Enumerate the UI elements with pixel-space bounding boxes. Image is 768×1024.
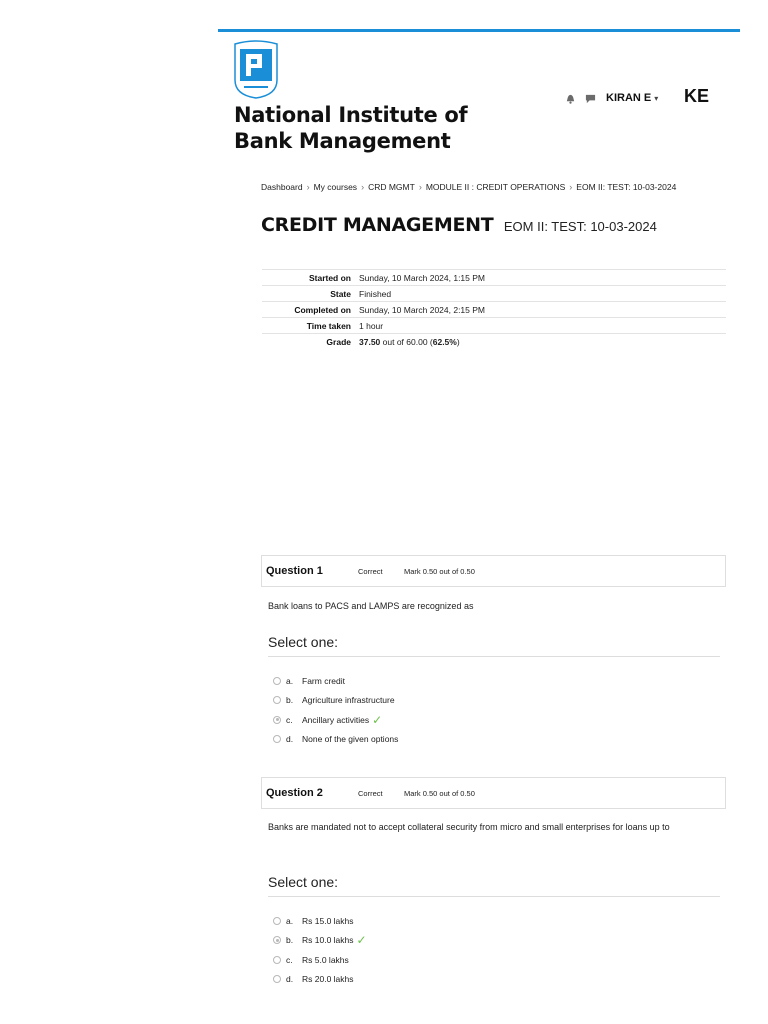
answer-option[interactable]: b. Agriculture infrastructure (273, 691, 713, 711)
answer-option[interactable]: c. Ancillary activities ✓ (273, 710, 713, 730)
time-label: Time taken (306, 320, 351, 331)
chevron-right-icon: › (361, 182, 365, 192)
question-number: Question 1 (266, 565, 323, 577)
page-title: CREDIT MANAGEMENT EOM II: TEST: 10-03-20… (261, 214, 657, 236)
summary-row-state: State Finished (262, 285, 726, 302)
site-name[interactable]: National Institute of Bank Management (234, 102, 494, 154)
user-menu[interactable]: KIRAN E ▾ (564, 88, 658, 108)
attempt-summary-table: Started on Sunday, 10 March 2024, 1:15 P… (262, 269, 726, 350)
radio-button[interactable] (273, 676, 281, 685)
answer-text: Ancillary activities (302, 714, 370, 725)
answer-letter: b. (286, 935, 294, 946)
radio-button[interactable] (273, 735, 281, 744)
grade-close: ) (456, 336, 460, 347)
site-name-line2: Bank Management (234, 129, 451, 153)
time-value: 1 hour (359, 320, 384, 331)
question-mark: Mark 0.50 out of 0.50 (404, 788, 475, 798)
question-info-2: Question 2 Correct Mark 0.50 out of 0.50 (261, 777, 726, 809)
grade-value: 37.50 out of 60.00 (62.5%) (359, 334, 726, 350)
chevron-right-icon: › (569, 182, 573, 192)
state-label: State (330, 288, 351, 299)
question-info-1: Question 1 Correct Mark 0.50 out of 0.50 (261, 555, 726, 587)
radio-button-selected[interactable] (273, 936, 281, 945)
site-name-line1: National Institute of (234, 103, 468, 127)
breadcrumb-module[interactable]: MODULE II : CREDIT OPERATIONS (426, 182, 565, 192)
answer-letter: c. (286, 714, 293, 725)
answer-text: Rs 20.0 lakhs (302, 974, 354, 985)
radio-button[interactable] (273, 696, 281, 705)
breadcrumb-quiz[interactable]: EOM II: TEST: 10-03-2024 (576, 182, 676, 192)
question-mark: Mark 0.50 out of 0.50 (404, 566, 475, 576)
chevron-right-icon: › (306, 182, 310, 192)
answer-letter: c. (286, 954, 293, 965)
radio-button[interactable] (273, 955, 281, 964)
select-one-prompt: Select one: (268, 874, 720, 897)
breadcrumb: Dashboard › My courses › CRD MGMT › MODU… (261, 182, 676, 192)
chevron-down-icon[interactable]: ▾ (654, 94, 658, 103)
completed-value: Sunday, 10 March 2024, 2:15 PM (359, 304, 486, 315)
course-title: CREDIT MANAGEMENT (261, 214, 494, 236)
answer-letter: a. (286, 675, 294, 686)
question-state: Correct (358, 788, 383, 798)
breadcrumb-course[interactable]: CRD MGMT (368, 182, 415, 192)
top-accent-bar (218, 29, 740, 32)
radio-button[interactable] (273, 975, 281, 984)
bell-icon[interactable] (564, 92, 576, 104)
question-text: Bank loans to PACS and LAMPS are recogni… (268, 601, 474, 611)
answer-text: Rs 5.0 lakhs (302, 954, 349, 965)
grade-percent: 62.5% (432, 336, 457, 347)
grade-label: Grade (326, 336, 351, 347)
select-one-prompt: Select one: (268, 634, 720, 657)
breadcrumb-dashboard[interactable]: Dashboard (261, 182, 303, 192)
nibm-logo-icon (234, 40, 278, 99)
breadcrumb-my-courses[interactable]: My courses (314, 182, 357, 192)
answer-letter: d. (286, 974, 294, 985)
state-value: Finished (359, 288, 392, 299)
summary-row-started: Started on Sunday, 10 March 2024, 1:15 P… (262, 269, 726, 286)
answer-option[interactable]: c. Rs 5.0 lakhs (273, 950, 713, 970)
answer-text: None of the given options (302, 734, 399, 745)
answer-list: a. Farm credit b. Agriculture infrastruc… (273, 671, 713, 749)
answer-letter: d. (286, 734, 294, 745)
radio-button[interactable] (273, 916, 281, 925)
answer-option[interactable]: b. Rs 10.0 lakhs ✓ (273, 931, 713, 951)
summary-row-time: Time taken 1 hour (262, 317, 726, 334)
chevron-right-icon: › (418, 182, 422, 192)
answer-list: a. Rs 15.0 lakhs b. Rs 10.0 lakhs ✓ c. R… (273, 911, 713, 989)
answer-text: Agriculture infrastructure (302, 695, 395, 706)
answer-text: Rs 15.0 lakhs (302, 915, 354, 926)
user-name[interactable]: KIRAN E (606, 92, 651, 104)
quiz-title: EOM II: TEST: 10-03-2024 (503, 219, 657, 234)
question-number: Question 2 (266, 787, 323, 799)
answer-option[interactable]: a. Farm credit (273, 671, 713, 691)
answer-option[interactable]: d. None of the given options (273, 730, 713, 750)
summary-row-grade: Grade 37.50 out of 60.00 (62.5%) (262, 333, 726, 350)
correct-check-icon: ✓ (356, 933, 367, 948)
completed-label: Completed on (294, 304, 351, 315)
avatar[interactable]: KE (684, 86, 709, 107)
answer-option[interactable]: d. Rs 20.0 lakhs (273, 970, 713, 990)
answer-letter: a. (286, 915, 294, 926)
answer-letter: b. (286, 695, 294, 706)
started-label: Started on (308, 272, 351, 283)
answer-text: Rs 10.0 lakhs (302, 935, 354, 946)
correct-check-icon: ✓ (372, 712, 383, 727)
grade-total: out of 60.00 ( (380, 336, 433, 347)
grade-score: 37.50 (359, 336, 381, 347)
radio-button-selected[interactable] (273, 715, 281, 724)
question-text: Banks are mandated not to accept collate… (268, 822, 670, 832)
answer-option[interactable]: a. Rs 15.0 lakhs (273, 911, 713, 931)
question-state: Correct (358, 566, 383, 576)
nibm-logo[interactable] (232, 40, 280, 100)
started-value: Sunday, 10 March 2024, 1:15 PM (359, 272, 486, 283)
summary-row-completed: Completed on Sunday, 10 March 2024, 2:15… (262, 301, 726, 318)
answer-text: Farm credit (302, 675, 345, 686)
chat-icon[interactable] (584, 92, 596, 104)
